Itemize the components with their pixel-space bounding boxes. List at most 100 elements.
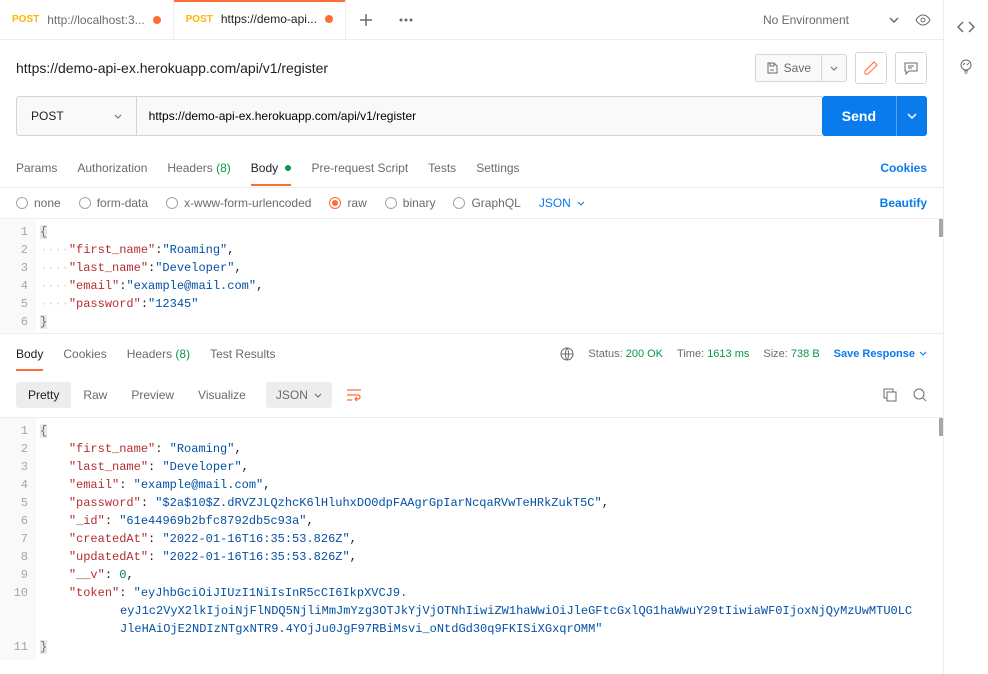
code-content[interactable]: {····"first_name":"Roaming",····"last_na… bbox=[36, 219, 943, 333]
method-select[interactable]: POST bbox=[16, 96, 136, 136]
new-tab-button[interactable] bbox=[346, 13, 386, 27]
chevron-down-icon bbox=[830, 66, 838, 71]
response-controls: Pretty Raw Preview Visualize JSON bbox=[0, 373, 943, 417]
response-tab-cookies[interactable]: Cookies bbox=[63, 337, 106, 371]
request-tab-0[interactable]: POST http://localhost:3... bbox=[0, 0, 174, 39]
right-sidebar bbox=[944, 0, 988, 674]
view-visualize[interactable]: Visualize bbox=[186, 382, 258, 408]
save-icon bbox=[766, 62, 778, 74]
copy-button[interactable] bbox=[883, 388, 897, 402]
headers-label: Headers bbox=[167, 161, 212, 175]
send-button[interactable]: Send bbox=[822, 96, 896, 136]
scrollbar-marker bbox=[939, 418, 943, 436]
response-tab-testresults[interactable]: Test Results bbox=[210, 337, 275, 371]
save-button[interactable]: Save bbox=[755, 54, 821, 82]
copy-icon bbox=[883, 388, 897, 402]
view-preview[interactable]: Preview bbox=[119, 382, 186, 408]
tab-prerequest[interactable]: Pre-request Script bbox=[311, 151, 408, 185]
request-sub-tabs: Params Authorization Headers (8) Body Pr… bbox=[0, 148, 943, 188]
tab-method: POST bbox=[186, 14, 213, 25]
status-info: Status: 200 OK bbox=[588, 348, 663, 360]
body-type-binary[interactable]: binary bbox=[385, 196, 436, 210]
lightbulb-icon bbox=[957, 58, 975, 76]
more-icon bbox=[399, 18, 413, 22]
response-tab-body[interactable]: Body bbox=[16, 337, 43, 371]
tab-options-button[interactable] bbox=[386, 18, 426, 22]
tab-tests[interactable]: Tests bbox=[428, 151, 456, 185]
response-tabs: Body Cookies Headers (8) Test Results St… bbox=[0, 333, 943, 373]
save-button-group: Save bbox=[755, 54, 847, 82]
body-type-raw[interactable]: raw bbox=[329, 196, 366, 210]
url-row: POST Send bbox=[0, 96, 943, 148]
body-type-graphql[interactable]: GraphQL bbox=[453, 196, 520, 210]
save-response-button[interactable]: Save Response bbox=[834, 348, 927, 360]
tab-method: POST bbox=[12, 14, 39, 25]
tab-body[interactable]: Body bbox=[251, 151, 292, 185]
tab-authorization[interactable]: Authorization bbox=[77, 151, 147, 185]
chevron-down-icon bbox=[889, 17, 899, 23]
chevron-down-icon bbox=[919, 351, 927, 356]
edit-button[interactable] bbox=[855, 52, 887, 84]
body-type-none[interactable]: none bbox=[16, 196, 61, 210]
radio-icon bbox=[453, 197, 465, 209]
response-body-viewer[interactable]: 1234567891011 { "first_name": "Roaming",… bbox=[0, 417, 943, 660]
plus-icon bbox=[359, 13, 373, 27]
radio-icon bbox=[166, 197, 178, 209]
response-view-mode: Pretty Raw Preview Visualize bbox=[16, 382, 258, 408]
save-dropdown-button[interactable] bbox=[821, 54, 847, 82]
body-type-row: none form-data x-www-form-urlencoded raw… bbox=[0, 188, 943, 218]
info-button[interactable] bbox=[957, 58, 975, 76]
body-lang-label: JSON bbox=[539, 196, 571, 210]
unsaved-dot-icon bbox=[153, 16, 161, 24]
environment-select[interactable]: No Environment bbox=[755, 9, 907, 31]
environment-quicklook-button[interactable] bbox=[915, 12, 931, 28]
time-info: Time: 1613 ms bbox=[677, 348, 749, 360]
request-body-editor[interactable]: 123456 {····"first_name":"Roaming",····"… bbox=[0, 218, 943, 333]
wrap-icon bbox=[346, 388, 362, 402]
chevron-down-icon bbox=[577, 201, 585, 206]
unsaved-dot-icon bbox=[325, 15, 333, 23]
comment-button[interactable] bbox=[895, 52, 927, 84]
gutter: 1234567891011 bbox=[0, 418, 36, 660]
url-input[interactable] bbox=[136, 96, 822, 136]
chevron-down-icon bbox=[114, 114, 122, 119]
wrap-lines-button[interactable] bbox=[340, 381, 368, 409]
search-button[interactable] bbox=[913, 388, 927, 402]
cookies-link[interactable]: Cookies bbox=[880, 161, 927, 175]
response-lang-select[interactable]: JSON bbox=[266, 382, 332, 408]
response-tab-headers[interactable]: Headers (8) bbox=[127, 337, 190, 371]
globe-icon bbox=[560, 347, 574, 361]
radio-icon bbox=[329, 197, 341, 209]
method-label: POST bbox=[31, 109, 64, 123]
tab-headers[interactable]: Headers (8) bbox=[167, 151, 230, 185]
code-content[interactable]: { "first_name": "Roaming", "last_name": … bbox=[36, 418, 943, 660]
headers-count: (8) bbox=[216, 161, 231, 175]
beautify-link[interactable]: Beautify bbox=[880, 196, 927, 210]
chevron-down-icon bbox=[314, 393, 322, 398]
tab-params[interactable]: Params bbox=[16, 151, 57, 185]
gutter: 123456 bbox=[0, 219, 36, 333]
environment-label: No Environment bbox=[763, 13, 849, 27]
tab-bar: POST http://localhost:3... POST https://… bbox=[0, 0, 943, 40]
radio-icon bbox=[16, 197, 28, 209]
view-pretty[interactable]: Pretty bbox=[16, 382, 71, 408]
size-info: Size: 738 B bbox=[763, 348, 819, 360]
radio-icon bbox=[79, 197, 91, 209]
view-raw[interactable]: Raw bbox=[71, 382, 119, 408]
title-row: https://demo-api-ex.herokuapp.com/api/v1… bbox=[0, 40, 943, 96]
body-dot-icon bbox=[285, 165, 291, 171]
body-lang-select[interactable]: JSON bbox=[539, 196, 585, 210]
scrollbar-marker bbox=[939, 219, 943, 237]
body-type-urlencoded[interactable]: x-www-form-urlencoded bbox=[166, 196, 311, 210]
send-dropdown-button[interactable] bbox=[896, 96, 927, 136]
code-icon bbox=[957, 20, 975, 34]
code-snippet-button[interactable] bbox=[957, 20, 975, 34]
body-type-formdata[interactable]: form-data bbox=[79, 196, 148, 210]
tab-title: https://demo-api... bbox=[221, 12, 317, 26]
radio-icon bbox=[385, 197, 397, 209]
save-label: Save bbox=[784, 61, 811, 75]
comment-icon bbox=[904, 61, 918, 75]
tab-settings[interactable]: Settings bbox=[476, 151, 519, 185]
request-tab-1[interactable]: POST https://demo-api... bbox=[174, 0, 346, 39]
tab-title: http://localhost:3... bbox=[47, 13, 144, 27]
